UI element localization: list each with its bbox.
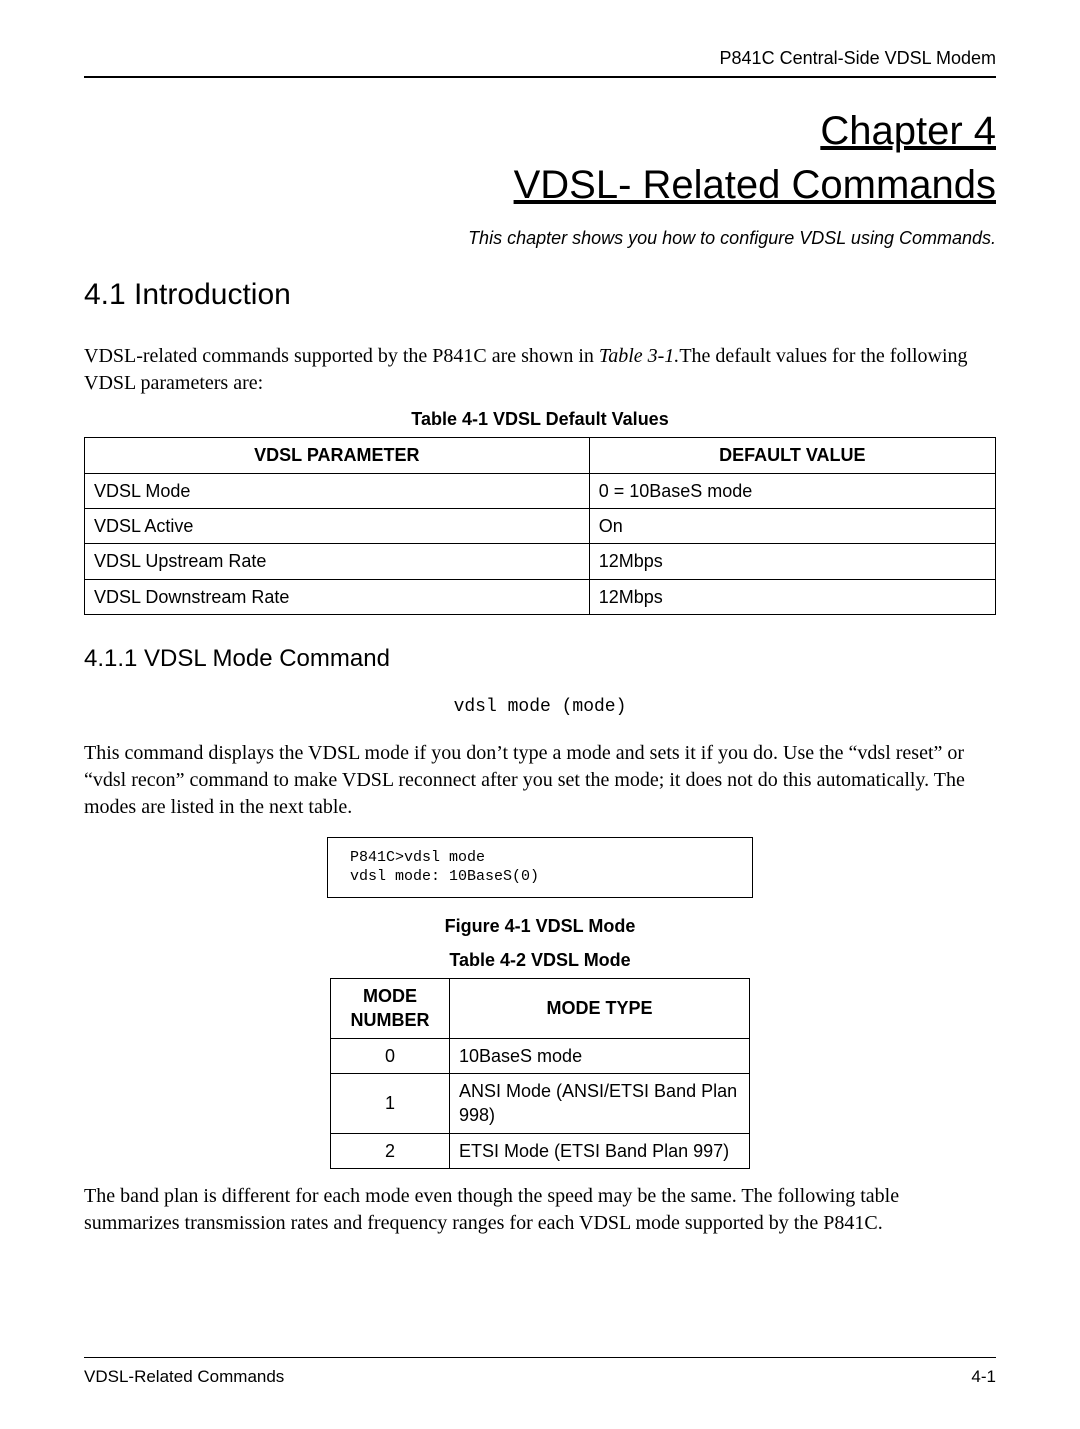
table-row: 0 10BaseS mode — [331, 1038, 750, 1073]
table-row: 2 ETSI Mode (ETSI Band Plan 997) — [331, 1133, 750, 1168]
table-row: VDSL Downstream Rate 12Mbps — [85, 579, 996, 614]
closing-paragraph: The band plan is different for each mode… — [84, 1183, 996, 1237]
section-heading-intro: 4.1 Introduction — [84, 275, 996, 316]
table1-cell-param: VDSL Upstream Rate — [85, 544, 590, 579]
chapter-subtitle: This chapter shows you how to configure … — [84, 226, 996, 250]
table1-cell-value: 0 = 10BaseS mode — [589, 473, 995, 508]
table2-cell-num: 0 — [331, 1038, 450, 1073]
table1-header-value: DEFAULT VALUE — [589, 438, 995, 473]
table1-cell-value: 12Mbps — [589, 579, 995, 614]
footer-left: VDSL-Related Commands — [84, 1366, 284, 1389]
intro-text-before: VDSL-related commands supported by the P… — [84, 345, 599, 367]
table-row: VDSL Active On — [85, 508, 996, 543]
table-row: VDSL Upstream Rate 12Mbps — [85, 544, 996, 579]
chapter-name: VDSL- Related Commands — [84, 158, 996, 212]
table2-cell-num: 1 — [331, 1074, 450, 1134]
table-header-row: MODE NUMBER MODE TYPE — [331, 979, 750, 1039]
running-header: P841C Central-Side VDSL Modem — [84, 46, 996, 70]
table1-cell-param: VDSL Mode — [85, 473, 590, 508]
chapter-number: Chapter 4 — [84, 104, 996, 158]
table2-header-type: MODE TYPE — [450, 979, 750, 1039]
page: P841C Central-Side VDSL Modem Chapter 4 … — [0, 0, 1080, 1429]
table1-cell-param: VDSL Active — [85, 508, 590, 543]
mode-cmd-description: This command displays the VDSL mode if y… — [84, 740, 996, 821]
table-reference: Table 3-1. — [599, 345, 679, 367]
table2-cell-type: ANSI Mode (ANSI/ETSI Band Plan 998) — [450, 1074, 750, 1134]
table2-cell-num: 2 — [331, 1133, 450, 1168]
chapter-title: Chapter 4 VDSL- Related Commands — [84, 104, 996, 212]
table-header-row: VDSL PARAMETER DEFAULT VALUE — [85, 438, 996, 473]
header-rule — [84, 76, 996, 78]
table2-caption: Table 4-2 VDSL Mode — [84, 948, 996, 972]
table-row: 1 ANSI Mode (ANSI/ETSI Band Plan 998) — [331, 1074, 750, 1134]
command-syntax: vdsl mode (mode) — [84, 695, 996, 719]
table1-header-param: VDSL PARAMETER — [85, 438, 590, 473]
terminal-output: P841C>vdsl mode vdsl mode: 10BaseS(0) — [327, 837, 753, 898]
footer-page-number: 4-1 — [971, 1366, 996, 1389]
table2-header-num: MODE NUMBER — [331, 979, 450, 1039]
table1-cell-value: 12Mbps — [589, 544, 995, 579]
table1-cell-param: VDSL Downstream Rate — [85, 579, 590, 614]
table1-cell-value: On — [589, 508, 995, 543]
page-footer: VDSL-Related Commands 4-1 — [84, 1357, 996, 1389]
table2-cell-type: 10BaseS mode — [450, 1038, 750, 1073]
table-vdsl-mode: MODE NUMBER MODE TYPE 0 10BaseS mode 1 A… — [330, 978, 750, 1169]
table-default-values: VDSL PARAMETER DEFAULT VALUE VDSL Mode 0… — [84, 437, 996, 614]
intro-paragraph: VDSL-related commands supported by the P… — [84, 343, 996, 397]
table-row: VDSL Mode 0 = 10BaseS mode — [85, 473, 996, 508]
section-heading-mode-cmd: 4.1.1 VDSL Mode Command — [84, 643, 996, 675]
table1-caption: Table 4-1 VDSL Default Values — [84, 407, 996, 431]
figure-caption: Figure 4-1 VDSL Mode — [84, 914, 996, 938]
table2-cell-type: ETSI Mode (ETSI Band Plan 997) — [450, 1133, 750, 1168]
